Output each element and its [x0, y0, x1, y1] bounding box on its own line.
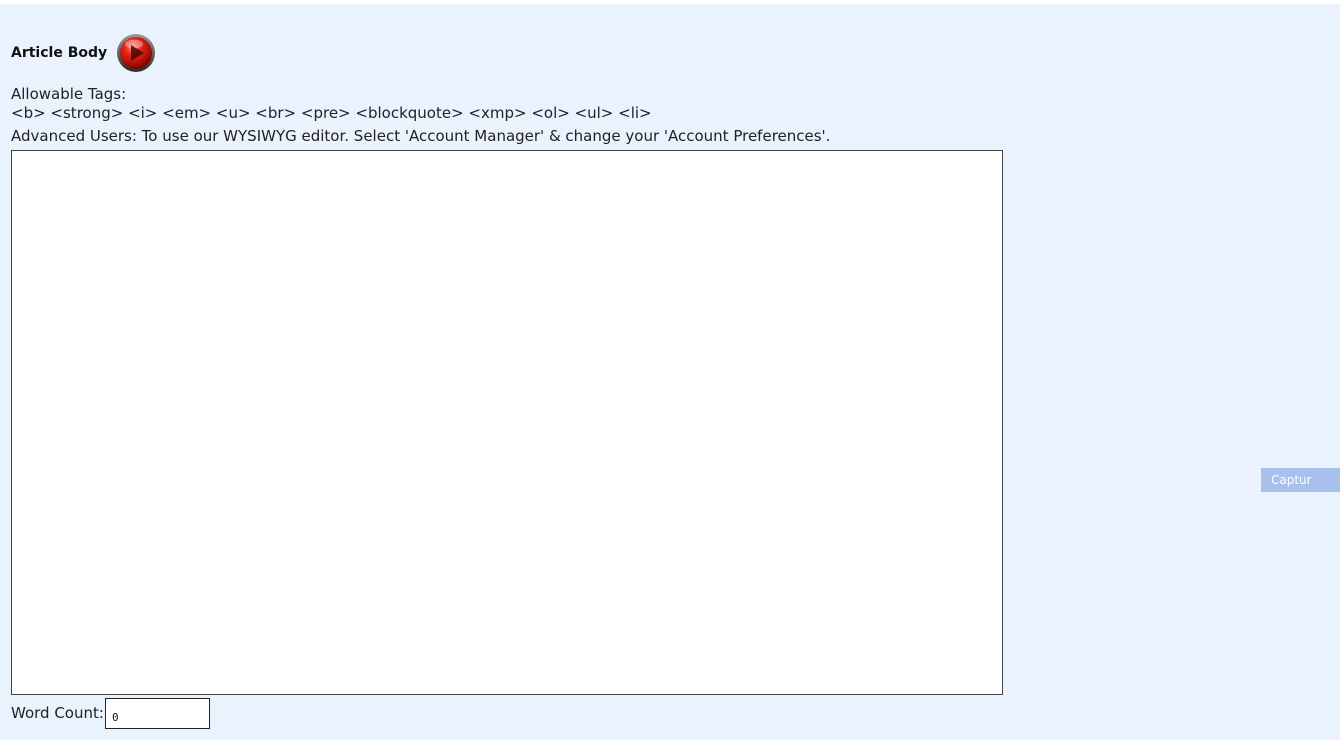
page: Article Body Allowable Tags: <b> <strong… [0, 0, 1340, 740]
allowable-tags-label: Allowable Tags: [11, 85, 127, 103]
capture-button[interactable]: Captur [1261, 468, 1340, 492]
allowable-tags-list: <b> <strong> <i> <em> <u> <br> <pre> <bl… [11, 104, 652, 122]
article-body-header: Article Body [11, 33, 156, 73]
word-count-label: Word Count: [11, 704, 104, 722]
word-count-field[interactable] [104, 697, 210, 729]
article-body-textarea[interactable] [11, 150, 1003, 695]
advanced-users-note: Advanced Users: To use our WYSIWYG edito… [11, 127, 831, 145]
play-circle-icon[interactable] [116, 33, 156, 73]
word-count-row: Word Count: [11, 697, 210, 729]
article-body-heading: Article Body [11, 45, 108, 61]
